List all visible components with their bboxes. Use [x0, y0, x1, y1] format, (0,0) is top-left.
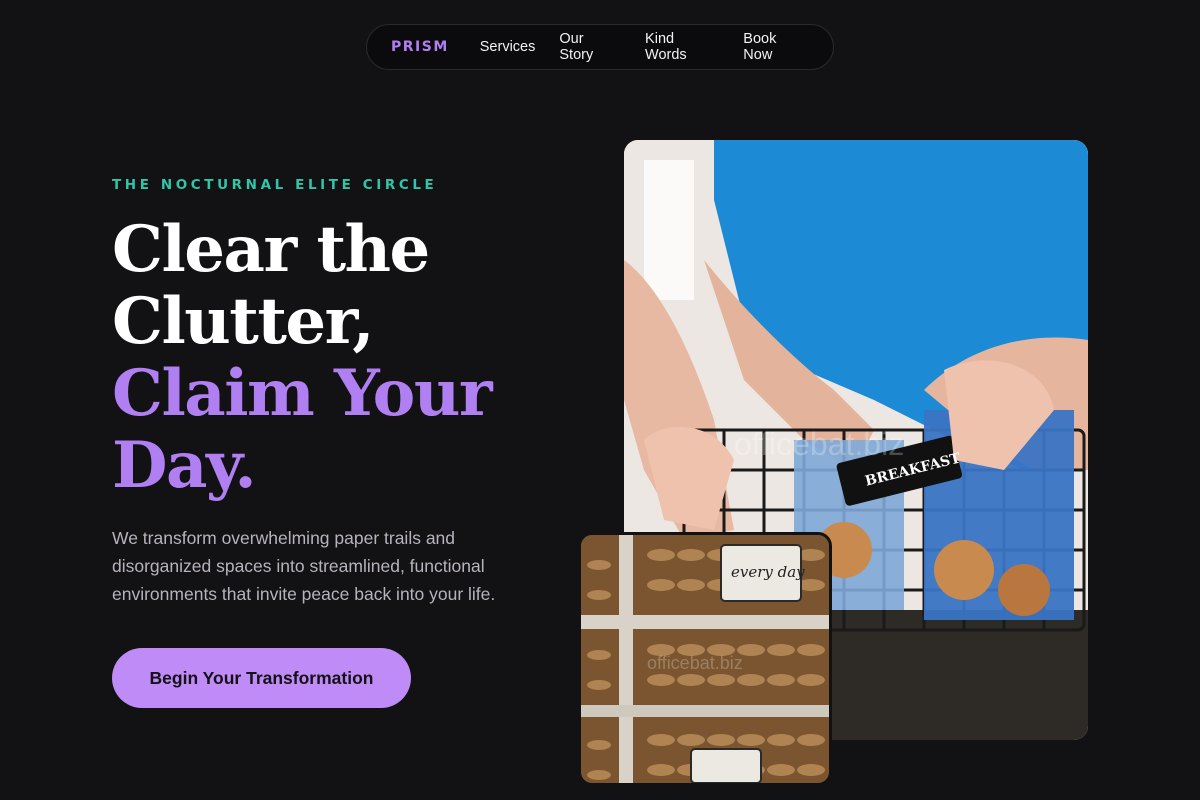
hero-subtext: We transform overwhelming paper trails a…	[112, 528, 496, 604]
every-day-label: every day	[731, 563, 805, 581]
hero-headline: Clear the Clutter, Claim Your Day.	[112, 214, 552, 502]
headline-line-2: Clutter,	[112, 284, 374, 359]
nav-link-our-story[interactable]: Our Story	[559, 31, 621, 63]
begin-transformation-button[interactable]: Begin Your Transformation	[112, 648, 411, 708]
nav-link-kind-words[interactable]: Kind Words	[645, 31, 719, 63]
watermark-small: officebat.biz	[647, 653, 743, 673]
top-nav: PRISM Services Our Story Kind Words Book…	[366, 24, 834, 70]
headline-line-4: Day.	[112, 428, 257, 503]
watermark-main: officebat.biz	[734, 426, 905, 462]
headline-line-1: Clear the	[112, 212, 430, 287]
landing-page: PRISM Services Our Story Kind Words Book…	[0, 0, 1200, 800]
nav-link-book-now[interactable]: Book Now	[743, 31, 809, 63]
headline-line-3: Claim Your	[112, 356, 493, 431]
hero-photo-shelves: every day officebat.biz	[578, 532, 832, 786]
brand-logo[interactable]: PRISM	[391, 39, 449, 55]
hero-eyebrow: THE NOCTURNAL ELITE CIRCLE	[112, 177, 438, 193]
nav-link-services[interactable]: Services	[480, 39, 536, 55]
